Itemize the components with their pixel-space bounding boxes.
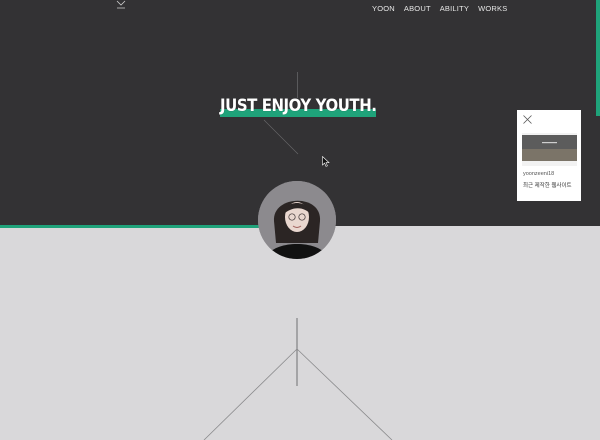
mouse-cursor-icon	[322, 156, 330, 167]
popup-username: yoonzeeni18	[523, 171, 555, 177]
stylized-y-logo-icon[interactable]	[116, 0, 126, 10]
nav-item-ability[interactable]: ABILITY	[440, 4, 469, 13]
recent-work-popup: yoonzeeni18 최근 제작한 웹사이트	[517, 110, 581, 201]
hero-diagonal-line	[263, 119, 299, 155]
hero-headline: JUST ENJOY YOUTH.	[220, 96, 377, 116]
hero-headline-block: JUST ENJOY YOUTH.	[220, 96, 377, 120]
scroll-accent-bar	[596, 0, 600, 116]
main-nav: YOON ABOUT ABILITY WORKS	[372, 4, 507, 13]
nav-item-about[interactable]: ABOUT	[404, 4, 431, 13]
hero-top-line	[297, 72, 298, 98]
close-icon[interactable]	[523, 115, 532, 124]
diagram-left-branch	[203, 348, 298, 440]
decorative-line-diagram	[203, 318, 393, 440]
thumbnail-illustration	[522, 130, 577, 166]
diagram-right-branch	[296, 348, 393, 440]
nav-item-works[interactable]: WORKS	[478, 4, 507, 13]
website-thumbnail[interactable]	[522, 130, 577, 166]
nav-item-yoon[interactable]: YOON	[372, 4, 395, 13]
popup-description[interactable]: 최근 제작한 웹사이트	[523, 181, 572, 189]
